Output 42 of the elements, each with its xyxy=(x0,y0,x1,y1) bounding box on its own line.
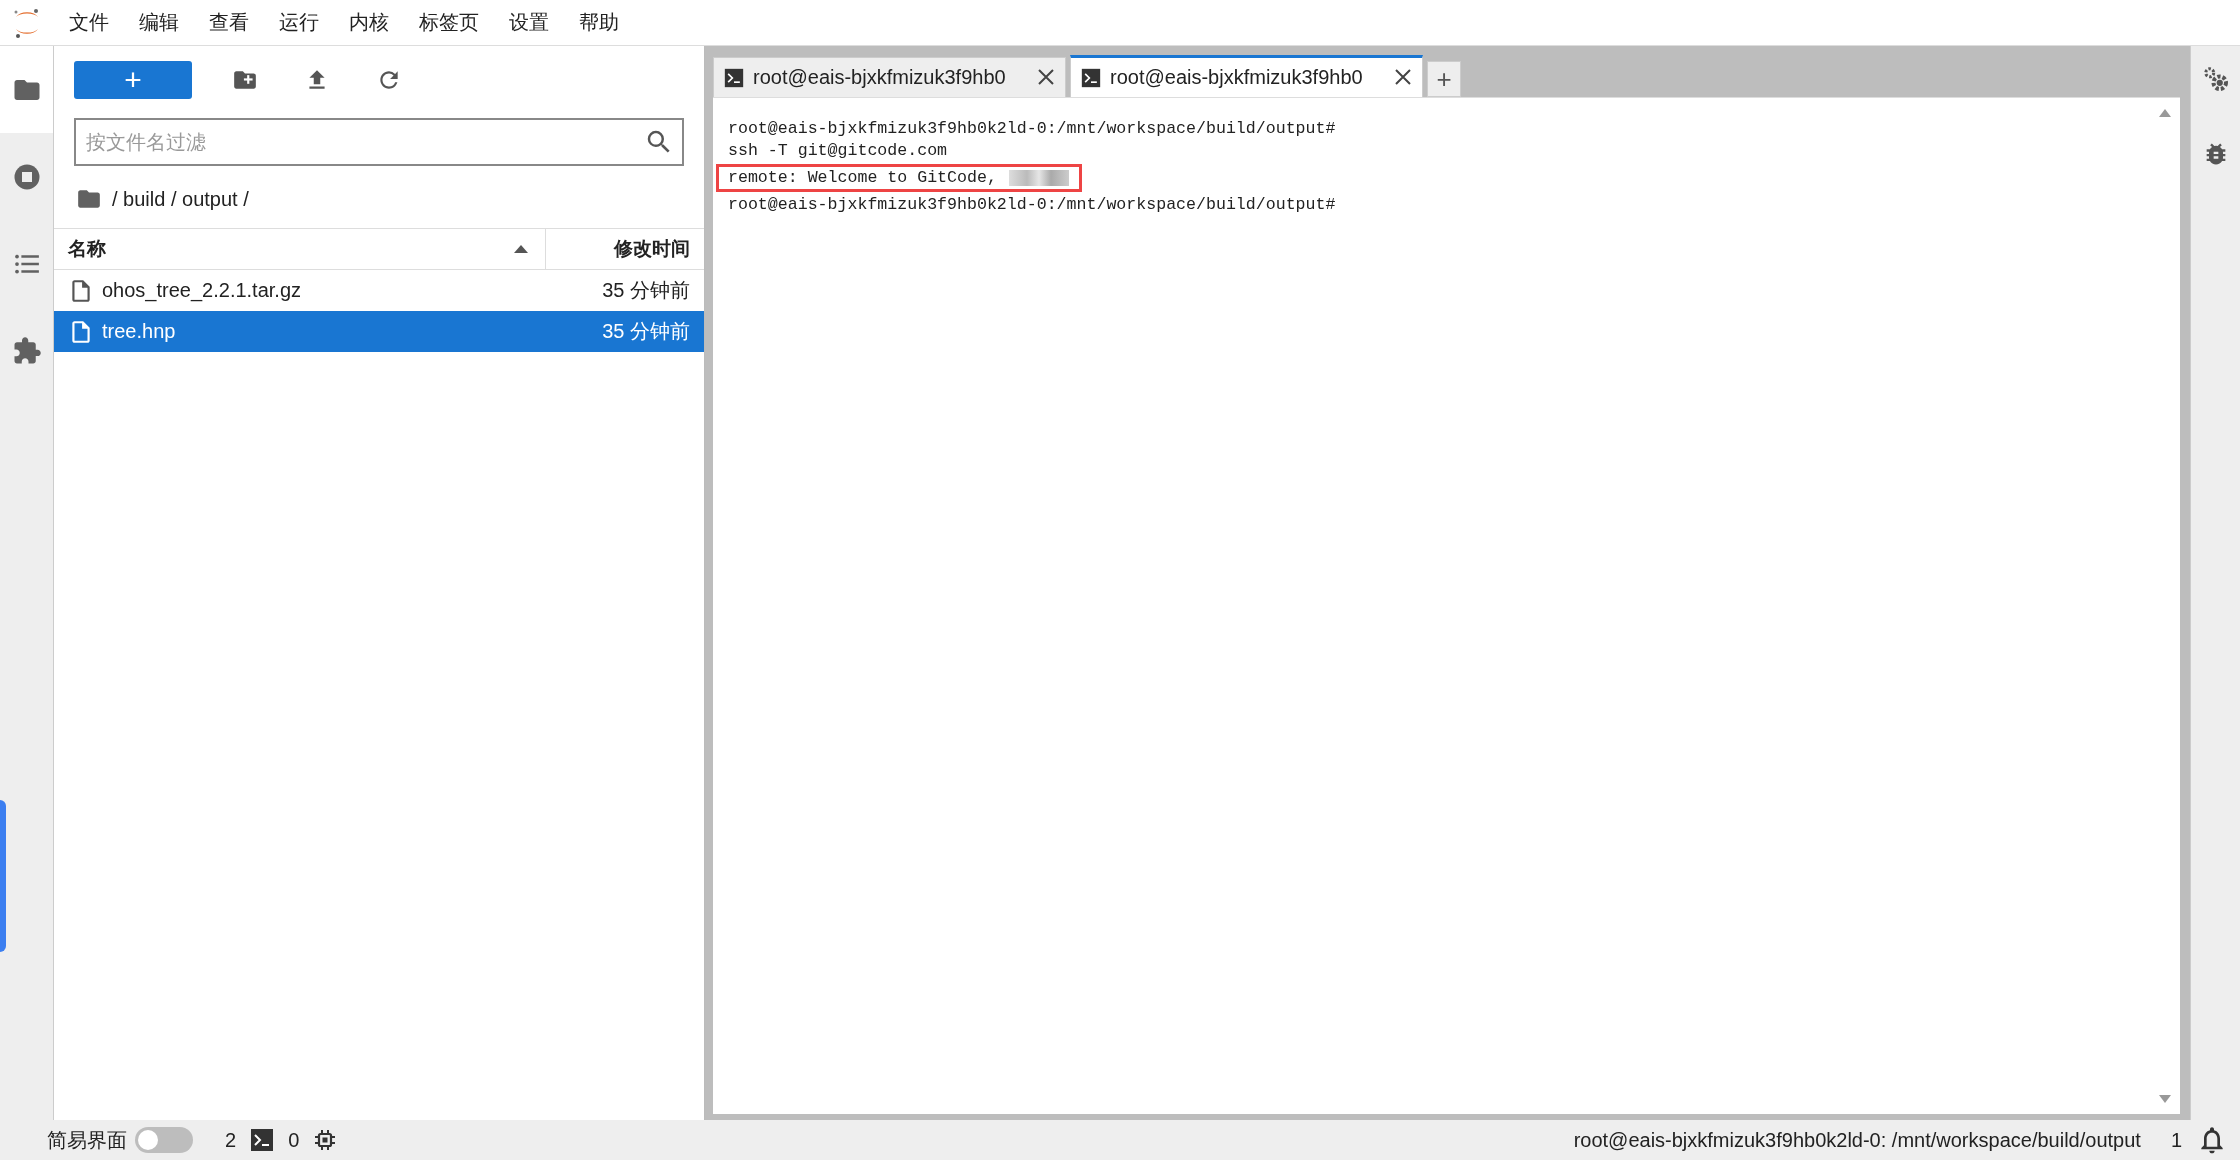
terminal-tab[interactable]: root@eais-bjxkfmizuk3f9hb0 xyxy=(713,57,1066,97)
new-tab-button[interactable]: + xyxy=(1427,61,1461,97)
terminal-icon xyxy=(250,1128,275,1152)
terminal-icon xyxy=(724,67,744,88)
menu-item[interactable]: 标签页 xyxy=(404,9,494,36)
toggle-switch[interactable] xyxy=(135,1127,193,1153)
chip-icon xyxy=(313,1128,338,1152)
terminal-tab[interactable]: root@eais-bjxkfmizuk3f9hb0 xyxy=(1070,55,1423,97)
modified-time: 35 分钟前 xyxy=(602,319,690,344)
terminal-icon xyxy=(1081,67,1101,88)
menu-item[interactable]: 设置 xyxy=(494,9,564,36)
kernel-count[interactable]: 0 xyxy=(288,1128,300,1152)
menu-item[interactable]: 文件 xyxy=(54,9,124,36)
terminal-line: root@eais-bjxkfmizuk3f9hb0k2ld-0:/mnt/workspace/build/output# xyxy=(728,194,1336,216)
new-launcher-button[interactable]: + xyxy=(74,61,192,99)
tab-title: root@eais-bjxkfmizuk3f9hb0 xyxy=(753,66,1006,89)
simple-mode-label: 简易界面 xyxy=(47,1127,127,1153)
notification-count[interactable]: 1 xyxy=(2170,1128,2182,1152)
menu-item[interactable]: 帮助 xyxy=(564,9,634,36)
scroll-down-icon[interactable] xyxy=(2158,1094,2172,1104)
terminal-line: ssh -T git@gitcode.com xyxy=(728,140,948,162)
filter-field[interactable]: 按文件名过滤 xyxy=(74,118,684,166)
terminal-path: root@eais-bjxkfmizuk3f9hb0k2ld-0: /mnt/workspace/build/output xyxy=(1573,1128,2141,1152)
terminal-count[interactable]: 2 xyxy=(225,1128,237,1152)
menu-item[interactable]: 编辑 xyxy=(124,9,194,36)
terminal-line: root@eais-bjxkfmizuk3f9hb0k2ld-0:/mnt/workspace/build/output# xyxy=(728,118,1336,140)
terminal-line: remote: Welcome to GitCode, xyxy=(728,167,997,189)
file-name: ohos_tree_2.2.1.tar.gz xyxy=(102,279,302,302)
file-row[interactable]: ohos_tree_2.2.1.tar.gz 35 分钟前 xyxy=(54,270,704,311)
file-row[interactable]: tree.hnp 35 分钟前 xyxy=(54,311,704,352)
column-header[interactable]: 修改时间 xyxy=(614,236,690,262)
modified-time: 35 分钟前 xyxy=(602,278,690,303)
sidebar-tab[interactable] xyxy=(0,46,53,133)
menu-item[interactable]: 查看 xyxy=(194,9,264,36)
tab-title: root@eais-bjxkfmizuk3f9hb0 xyxy=(1110,66,1363,89)
column-header[interactable]: 名称 xyxy=(68,236,106,262)
scroll-up-icon[interactable] xyxy=(2158,108,2172,118)
terminal-panel[interactable]: root@eais-bjxkfmizuk3f9hb0k2ld-0:/mnt/workspace/build/output# ssh -T git@gitcode.com remote: Welcome to GitCode, root@eais-bjxkfmizuk3f9hb0k2ld-0:/mnt/workspace/build/output# xyxy=(713,97,2180,1114)
menu-item[interactable]: 运行 xyxy=(264,9,334,36)
breadcrumb-path[interactable]: / build / output / xyxy=(112,187,249,211)
menu-item[interactable]: 内核 xyxy=(334,9,404,36)
file-name: tree.hnp xyxy=(102,320,176,343)
